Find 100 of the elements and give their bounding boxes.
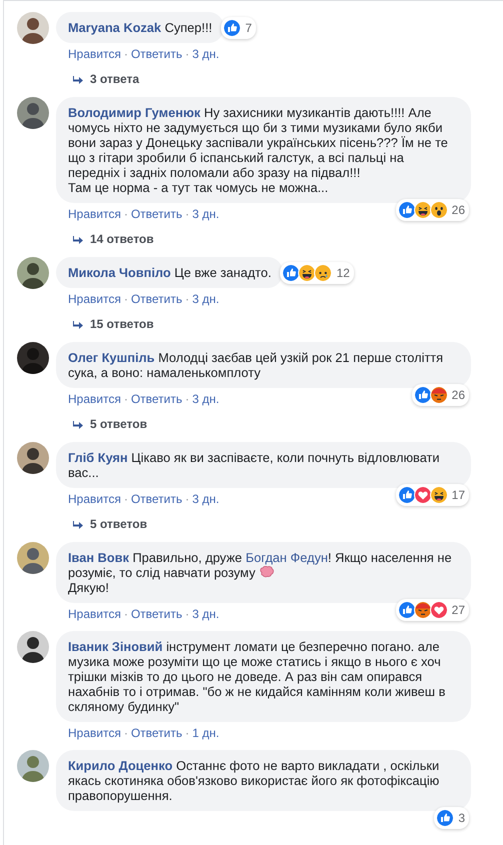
author-link[interactable]: Maryana Kozak xyxy=(68,20,162,35)
separator-dot: · xyxy=(185,607,190,621)
reaction-count: 17 xyxy=(452,488,465,502)
author-link[interactable]: Володимир Гуменюк xyxy=(68,105,200,120)
reply-arrow-icon xyxy=(73,520,83,528)
like-icon xyxy=(398,601,416,619)
author-link[interactable]: Микола Човпіло xyxy=(68,265,171,280)
avatar[interactable] xyxy=(17,631,49,663)
avatar[interactable] xyxy=(17,257,49,289)
reply-link[interactable]: Ответить xyxy=(130,492,182,506)
like-icon xyxy=(414,386,432,404)
reply-link[interactable]: Ответить xyxy=(130,207,182,221)
author-link[interactable]: Олег Кушпіль xyxy=(68,350,155,365)
reply-link[interactable]: Ответить xyxy=(130,392,182,406)
separator-dot: · xyxy=(185,207,190,221)
separator-dot: · xyxy=(185,47,190,61)
reply-arrow-icon xyxy=(73,420,83,428)
replies-link[interactable]: 15 ответов xyxy=(73,317,154,332)
heart-icon xyxy=(430,601,448,619)
timestamp-link[interactable]: 3 дн. xyxy=(192,207,220,221)
avatar[interactable] xyxy=(17,442,49,474)
avatar[interactable] xyxy=(17,12,49,44)
surprised-face-icon xyxy=(430,201,448,219)
angry-face-icon xyxy=(414,601,432,619)
like-link[interactable]: Нравится xyxy=(68,726,121,740)
replies-link[interactable]: 5 ответов xyxy=(73,517,148,532)
like-link[interactable]: Нравится xyxy=(68,492,121,506)
separator-dot: · xyxy=(124,726,128,740)
like-link[interactable]: Нравится xyxy=(68,47,121,61)
like-icon xyxy=(398,201,416,219)
separator-dot: · xyxy=(185,292,190,306)
separator-dot: · xyxy=(124,292,128,306)
reply-link[interactable]: Ответить xyxy=(130,47,182,61)
reply-arrow-icon xyxy=(73,320,83,328)
angry-face-icon xyxy=(430,386,448,404)
reply-link[interactable]: Ответить xyxy=(130,726,182,740)
reaction-count: 26 xyxy=(452,203,465,217)
avatar[interactable] xyxy=(17,542,49,574)
separator-dot: · xyxy=(124,607,128,621)
laughing-face-icon xyxy=(414,201,432,219)
replies-link[interactable]: 3 ответа xyxy=(73,72,140,87)
timestamp-link[interactable]: 3 дн. xyxy=(192,47,220,61)
comment-text: Іваник Зіновий інструмент ломати це безперечно погано. але музика може розуміти що це може статись і якщо в нього є хоч трішки мізків то до цього не доведе. А раз він сам опирався нахабнів то і отримав. "бо ж не кидайся камінням коли живеш в скляному будинку" xyxy=(68,639,446,714)
like-link[interactable]: Нравится xyxy=(68,392,121,406)
like-link[interactable]: Нравится xyxy=(68,207,121,221)
separator-dot: · xyxy=(185,392,190,406)
reply-link[interactable]: Ответить xyxy=(130,292,182,306)
comment-text: Олег Кушпіль Молодці заєбав цей узкій рок 21 перше століття сука, а воно: намаленькомплоту xyxy=(68,350,444,380)
author-link[interactable]: Кирило Доценко xyxy=(68,758,173,773)
reaction-count: 12 xyxy=(336,266,350,280)
replies-link[interactable]: 14 ответов xyxy=(73,232,154,247)
reply-arrow-icon xyxy=(73,76,83,84)
reactions-badge[interactable]: 12 xyxy=(280,262,354,284)
replies-link[interactable]: 5 ответов xyxy=(73,417,148,432)
reactions-badge[interactable]: 3 xyxy=(434,807,469,829)
separator-dot: · xyxy=(124,207,128,221)
brain-icon xyxy=(258,566,274,579)
laughing-face-icon xyxy=(430,486,448,504)
timestamp-link[interactable]: 1 дн. xyxy=(192,726,220,740)
comment-text: Гліб Куян Цікаво як ви заспіваєте, коли почнуть відловлювати вас... xyxy=(68,450,441,480)
comment-text: Микола Човпіло Це вже занадто. xyxy=(68,265,272,280)
timestamp-link[interactable]: 3 дн. xyxy=(192,492,220,506)
author-link[interactable]: Гліб Куян xyxy=(68,450,128,465)
reaction-count: 26 xyxy=(452,388,465,402)
heart-icon xyxy=(414,486,432,504)
separator-dot: · xyxy=(185,492,190,506)
comment-text: Maryana Kozak Супер!!! xyxy=(68,20,212,35)
reply-link[interactable]: Ответить xyxy=(130,607,182,621)
timestamp-link[interactable]: 3 дн. xyxy=(192,292,220,306)
like-icon xyxy=(398,486,416,504)
comment-text: Кирило Доценко Останнє фото не варто викладати , оскільки якась скотиняка обов'язково використає його як фотофіксацію правопорушення. xyxy=(68,758,440,803)
reply-arrow-icon xyxy=(73,236,83,244)
separator-dot: · xyxy=(185,726,190,740)
reactions-badge[interactable]: 7 xyxy=(221,16,256,38)
reactions-badge[interactable]: 26 xyxy=(412,384,469,406)
like-link[interactable]: Нравится xyxy=(68,607,121,621)
avatar[interactable] xyxy=(17,342,49,374)
timestamp-link[interactable]: 3 дн. xyxy=(192,392,220,406)
like-link[interactable]: Нравится xyxy=(68,292,121,306)
timestamp-link[interactable]: 3 дн. xyxy=(192,607,220,621)
mention-link[interactable]: Богдан Федун xyxy=(246,550,328,565)
like-icon xyxy=(436,809,454,827)
separator-dot: · xyxy=(124,392,128,406)
author-link[interactable]: Іван Вовк xyxy=(68,550,129,565)
reactions-badge[interactable]: 17 xyxy=(396,484,469,506)
like-icon xyxy=(223,18,242,36)
reactions-badge[interactable]: 27 xyxy=(396,599,469,621)
separator-dot: · xyxy=(124,47,128,61)
avatar[interactable] xyxy=(17,97,49,129)
comment-text: Володимир Гуменюк Ну захисники музикантів дають!!!! Але чомусь ніхто не задумується що би з тими музиками було якби вони зараз у Донецьку заспівали українських пісень??? Їм не те що з гітари зробили б іспанський галстук, а всі пальці на передніх і задніх поломали або зразу на підвал!!! Там це норма - а тут так чомусь не можна... xyxy=(68,105,449,195)
comment-text: Іван Вовк Правильно, друже Богдан Федун! Якщо населення не розуміє, то слід навчати розуму Дякую! xyxy=(68,550,453,595)
sad-face-icon xyxy=(314,264,332,282)
reaction-count: 3 xyxy=(458,811,465,825)
reactions-badge[interactable]: 26 xyxy=(396,199,469,221)
separator-dot: · xyxy=(124,492,128,506)
like-icon xyxy=(282,264,300,282)
author-link[interactable]: Іваник Зіновий xyxy=(68,639,163,654)
laughing-face-icon xyxy=(298,264,316,282)
reaction-count: 7 xyxy=(245,20,252,34)
reaction-count: 27 xyxy=(452,603,465,617)
